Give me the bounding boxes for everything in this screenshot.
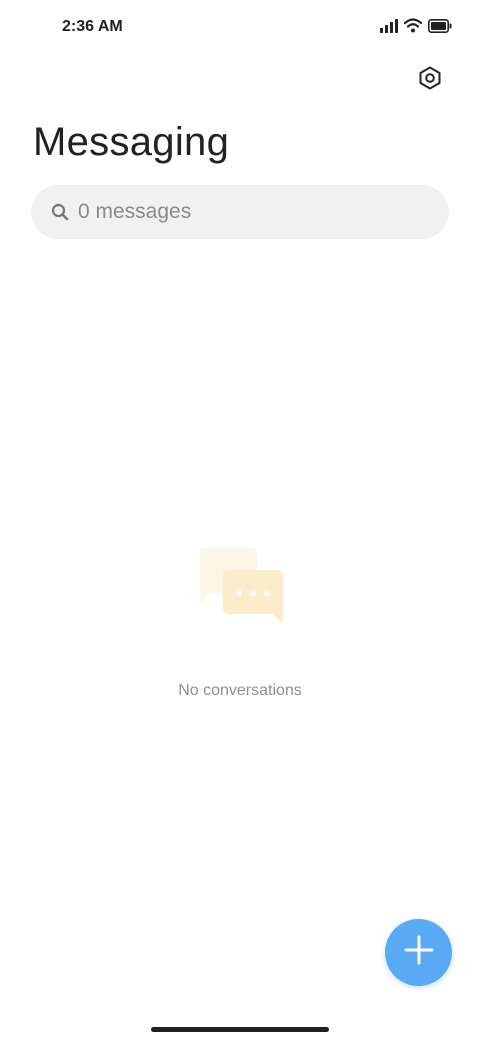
status-time: 2:36 AM (62, 18, 123, 35)
empty-state-message: No conversations (178, 682, 302, 699)
status-icons (380, 18, 452, 38)
settings-button[interactable] (414, 64, 446, 96)
home-indicator[interactable] (151, 1027, 329, 1032)
plus-icon (404, 935, 434, 970)
signal-icon (380, 18, 398, 38)
settings-gear-icon (418, 66, 442, 95)
new-conversation-button[interactable] (385, 919, 452, 986)
search-input[interactable] (78, 200, 418, 224)
wifi-icon (403, 18, 423, 38)
chat-bubbles-icon (192, 544, 288, 628)
status-bar: 2:36 AM (0, 0, 480, 56)
search-icon (50, 202, 70, 222)
page-title: Messaging (33, 120, 230, 164)
search-bar[interactable] (31, 185, 449, 239)
battery-icon (428, 18, 452, 38)
